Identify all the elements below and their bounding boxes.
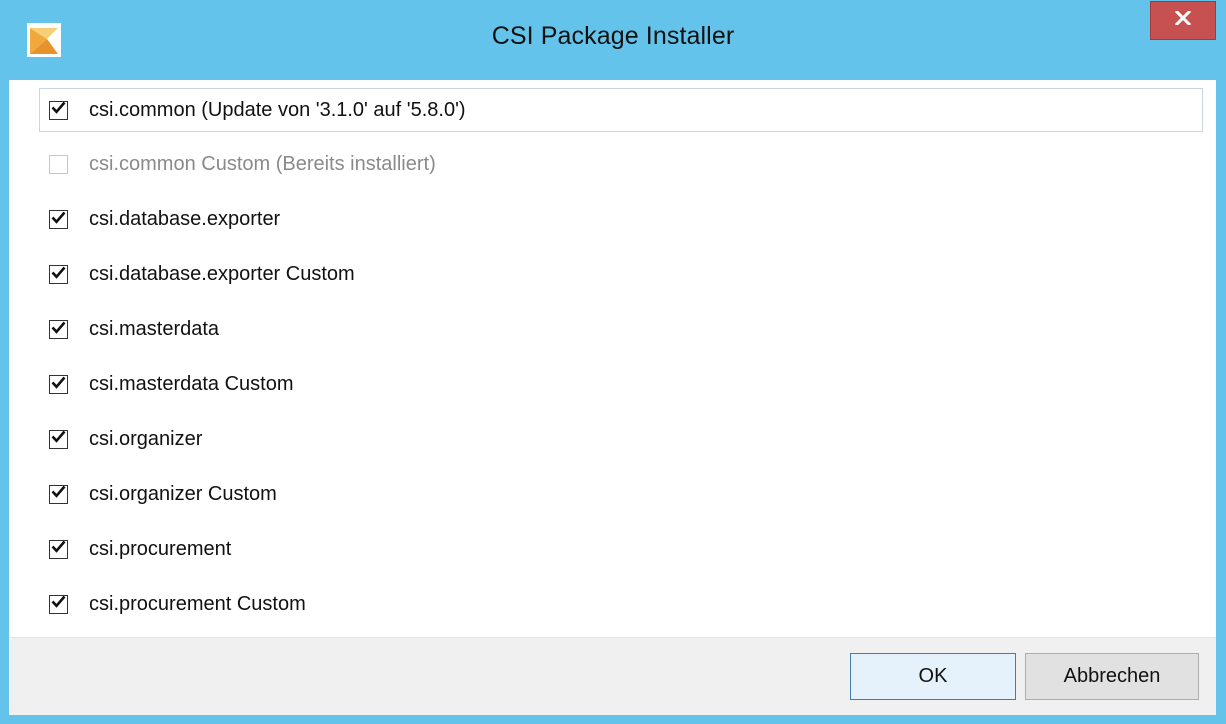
checkmark-icon	[51, 321, 66, 339]
package-label: csi.common Custom (Bereits installiert)	[89, 153, 436, 176]
package-row[interactable]: csi.database.exporter Custom	[49, 260, 355, 290]
checkmark-icon	[51, 376, 66, 394]
package-label: csi.organizer	[89, 427, 203, 450]
title-bar[interactable]: CSI Package Installer	[0, 0, 1226, 80]
close-icon	[1174, 9, 1192, 30]
package-row[interactable]: csi.procurement Custom	[49, 589, 306, 619]
package-row[interactable]: csi.procurement	[49, 534, 231, 564]
checkmark-icon	[51, 540, 66, 558]
checkmark-icon	[51, 101, 66, 119]
close-button[interactable]	[1150, 1, 1216, 40]
ok-button[interactable]: OK	[850, 653, 1016, 700]
package-checkbox[interactable]	[49, 484, 68, 504]
package-checkbox[interactable]	[49, 539, 68, 559]
package-label: csi.masterdata	[89, 318, 220, 341]
package-checkbox[interactable]	[49, 375, 68, 394]
package-row[interactable]: csi.organizer	[49, 424, 202, 454]
checkmark-icon	[51, 266, 66, 284]
package-row[interactable]: csi.common (Update von '3.1.0' auf '5.8.…	[49, 95, 466, 125]
package-checkbox[interactable]	[49, 594, 68, 614]
package-checkbox[interactable]	[49, 320, 68, 340]
package-label: csi.database.exporter Custom	[89, 263, 355, 286]
checkmark-icon	[51, 485, 66, 503]
package-label: csi.procurement Custom	[89, 592, 306, 615]
package-row[interactable]: csi.masterdata	[49, 315, 219, 345]
package-row[interactable]: csi.database.exporter	[49, 205, 280, 235]
button-bar: OK Abbrechen	[9, 637, 1216, 715]
checkmark-icon	[51, 211, 66, 229]
package-label: csi.organizer Custom	[89, 482, 277, 505]
package-checkbox[interactable]	[49, 429, 68, 449]
package-row[interactable]: csi.organizer Custom	[49, 479, 277, 509]
package-row: csi.common Custom (Bereits installiert)	[49, 150, 436, 180]
package-label: csi.common (Update von '3.1.0' auf '5.8.…	[89, 98, 466, 121]
package-row[interactable]: csi.masterdata Custom	[49, 370, 294, 400]
package-checkbox	[49, 155, 68, 175]
package-label: csi.procurement	[89, 537, 232, 560]
package-checkbox[interactable]	[49, 100, 68, 120]
cancel-button[interactable]: Abbrechen	[1025, 653, 1199, 700]
checkmark-icon	[51, 595, 66, 613]
package-label: csi.masterdata Custom	[89, 373, 294, 395]
installer-window: CSI Package Installer csi.common (Update…	[0, 0, 1226, 724]
checkmark-icon	[51, 430, 66, 448]
package-label: csi.database.exporter	[89, 208, 281, 231]
package-checkbox[interactable]	[49, 265, 68, 285]
package-checkbox[interactable]	[49, 210, 68, 230]
window-title: CSI Package Installer	[491, 22, 735, 50]
dialog-content: csi.common (Update von '3.1.0' auf '5.8.…	[9, 80, 1216, 715]
